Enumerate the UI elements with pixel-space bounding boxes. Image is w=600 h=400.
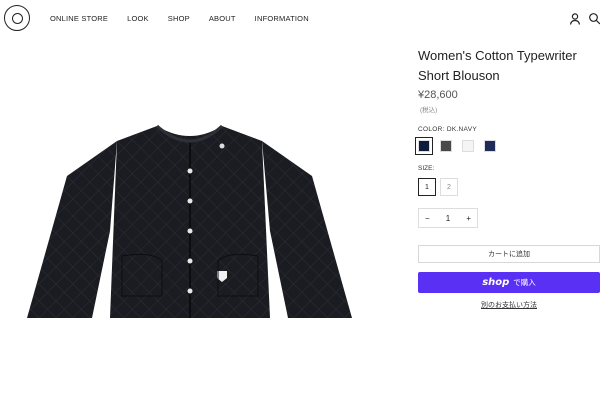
product-title: Women's Cotton Typewriter Short Blouson	[418, 48, 577, 83]
swatch-dk-navy[interactable]	[415, 137, 433, 155]
quantity-value[interactable]: 1	[446, 214, 450, 223]
nav-look[interactable]: LOOK	[127, 14, 149, 23]
add-to-cart-button[interactable]: カートに追加	[418, 245, 600, 263]
plus-icon[interactable]: +	[466, 214, 471, 223]
product-image[interactable]	[22, 46, 358, 318]
header: ONLINE STORE LOOK SHOP ABOUT INFORMATION	[0, 0, 600, 40]
nav-information[interactable]: INFORMATION	[255, 14, 309, 23]
shop-pay-logo: shop	[482, 277, 510, 288]
size-options: 1 2	[418, 178, 462, 196]
color-label: COLOR: DK.NAVY	[418, 126, 477, 133]
shop-pay-label: で購入	[513, 278, 536, 287]
minus-icon[interactable]: −	[425, 214, 430, 223]
other-payment-link[interactable]: 別のお支払い方法	[418, 300, 600, 310]
nav-online-store[interactable]: ONLINE STORE	[50, 14, 108, 23]
main-nav: ONLINE STORE LOOK SHOP ABOUT INFORMATION	[50, 14, 328, 23]
size-1-button[interactable]: 1	[418, 178, 436, 196]
account-icon[interactable]	[568, 12, 582, 26]
swatch-white[interactable]	[462, 140, 474, 152]
size-2-button[interactable]: 2	[440, 178, 458, 196]
product-price: ¥28,600	[418, 89, 458, 101]
size-label: SIZE:	[418, 165, 435, 172]
quantity-stepper: − 1 +	[418, 208, 478, 228]
nav-about[interactable]: ABOUT	[209, 14, 236, 23]
brand-logo[interactable]	[4, 5, 30, 31]
nav-shop[interactable]: SHOP	[168, 14, 190, 23]
color-swatches	[415, 137, 506, 155]
search-icon[interactable]	[588, 12, 600, 26]
swatch-charcoal[interactable]	[440, 140, 452, 152]
tax-note: (税込)	[420, 107, 438, 114]
shop-pay-button[interactable]: shop で購入	[418, 272, 600, 293]
swatch-navy[interactable]	[484, 140, 496, 152]
